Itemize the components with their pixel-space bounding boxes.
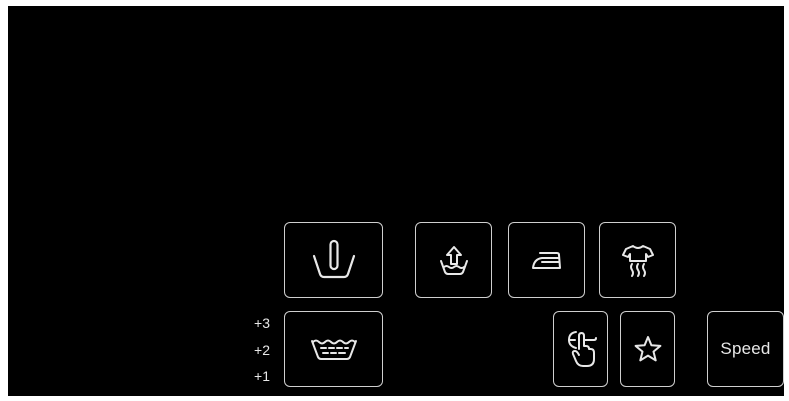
steam-shirt-icon [620,242,656,278]
favorite-button[interactable] [620,311,675,387]
water-plus-button[interactable] [284,311,383,387]
steam-button[interactable] [599,222,676,298]
rinse-extra-icon [437,243,471,277]
speed-button[interactable]: Speed [707,311,784,387]
water-level-tub-icon [309,336,359,362]
prewash-button[interactable] [284,222,383,298]
rinse-extra-button[interactable] [415,222,492,298]
water-level-plus-2: +2 [254,342,270,358]
star-icon [633,334,663,364]
water-level-plus-3: +3 [254,315,270,331]
control-panel: +3 +2 +1 Speed [8,6,784,396]
speed-label: Speed [720,339,771,358]
easy-iron-button[interactable] [508,222,585,298]
silent-finger-icon [565,329,597,369]
water-level-plus-1: +1 [254,368,270,384]
silent-button[interactable] [553,311,608,387]
prewash-tub-icon [310,238,358,282]
iron-icon [529,246,565,274]
